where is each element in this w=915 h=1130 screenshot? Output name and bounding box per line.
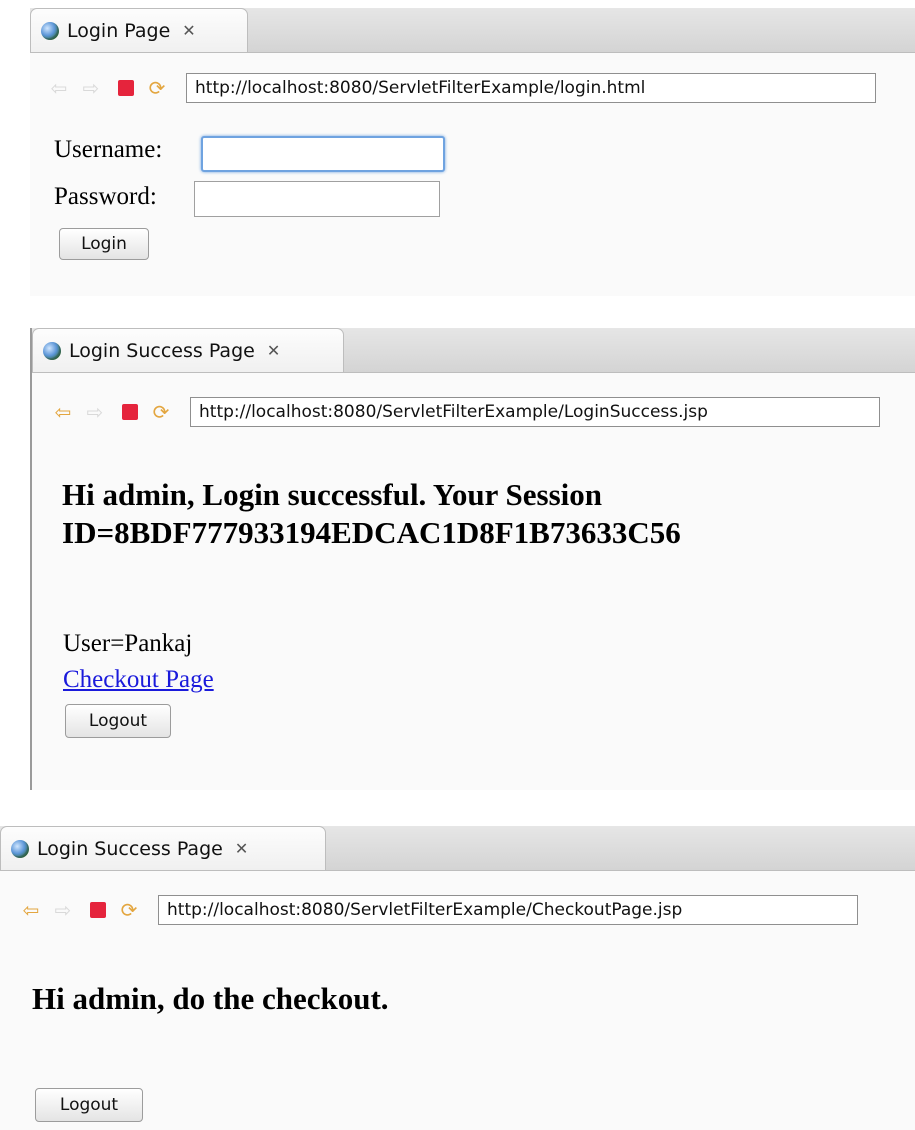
globe-icon (11, 839, 29, 858)
url-bar[interactable]: http://localhost:8080/ServletFilterExamp… (190, 397, 880, 427)
close-icon[interactable]: ✕ (182, 21, 195, 40)
logout-button[interactable]: Logout (35, 1088, 143, 1122)
url-bar[interactable]: http://localhost:8080/ServletFilterExamp… (158, 895, 858, 925)
refresh-icon[interactable]: ⟳ (146, 77, 168, 99)
tab-title: Login Success Page (37, 837, 223, 860)
navigation-toolbar: ⇦ ⇨ ⟳ http://localhost:8080/ServletFilte… (30, 68, 915, 108)
username-label: Username: (54, 136, 163, 163)
tab-strip: Login Success Page ✕ (0, 826, 915, 871)
heading-line-2: ID=8BDF777933194EDCAC1D8F1B73633C56 (62, 515, 681, 550)
tab-strip: Login Success Page ✕ (32, 328, 915, 373)
back-arrow-icon[interactable]: ⇦ (52, 401, 74, 423)
back-arrow-icon[interactable]: ⇦ (48, 77, 70, 99)
username-input[interactable] (201, 136, 445, 172)
login-button[interactable]: Login (59, 228, 149, 260)
forward-arrow-icon[interactable]: ⇨ (80, 77, 102, 99)
heading-line-1: Hi admin, Login successful. Your Session (62, 477, 603, 512)
password-label: Password: (54, 183, 157, 210)
page-heading: Hi admin, do the checkout. (32, 981, 389, 1016)
close-icon[interactable]: ✕ (267, 341, 280, 360)
tab-title: Login Page (67, 19, 171, 42)
refresh-icon[interactable]: ⟳ (150, 401, 172, 423)
stop-icon[interactable] (118, 80, 134, 96)
stop-icon[interactable] (122, 404, 138, 420)
password-input[interactable] (194, 181, 440, 217)
tab-title: Login Success Page (69, 339, 255, 362)
user-text: User=Pankaj (63, 630, 193, 657)
page-heading: Hi admin, Login successful. Your Session… (62, 476, 681, 552)
stop-icon[interactable] (90, 902, 106, 918)
back-arrow-icon[interactable]: ⇦ (20, 899, 42, 921)
tab-login-success-page[interactable]: Login Success Page ✕ (0, 826, 326, 870)
close-icon[interactable]: ✕ (235, 839, 248, 858)
navigation-toolbar: ⇦ ⇨ ⟳ http://localhost:8080/ServletFilte… (0, 890, 915, 930)
url-bar[interactable]: http://localhost:8080/ServletFilterExamp… (186, 73, 876, 103)
refresh-icon[interactable]: ⟳ (118, 899, 140, 921)
logout-button[interactable]: Logout (65, 704, 171, 738)
login-browser-panel: Login Page ✕ ⇦ ⇨ ⟳ http://localhost:8080… (30, 8, 915, 296)
navigation-toolbar: ⇦ ⇨ ⟳ http://localhost:8080/ServletFilte… (32, 392, 915, 432)
globe-icon (43, 341, 61, 360)
login-success-browser-panel: Login Success Page ✕ ⇦ ⇨ ⟳ http://localh… (30, 328, 915, 790)
globe-icon (41, 21, 59, 40)
tab-login-page[interactable]: Login Page ✕ (30, 8, 248, 52)
checkout-browser-panel: Login Success Page ✕ ⇦ ⇨ ⟳ http://localh… (0, 826, 915, 1130)
forward-arrow-icon[interactable]: ⇨ (52, 899, 74, 921)
checkout-page-link[interactable]: Checkout Page (63, 666, 214, 694)
tab-strip: Login Page ✕ (30, 8, 915, 53)
forward-arrow-icon[interactable]: ⇨ (84, 401, 106, 423)
tab-login-success-page[interactable]: Login Success Page ✕ (32, 328, 344, 372)
